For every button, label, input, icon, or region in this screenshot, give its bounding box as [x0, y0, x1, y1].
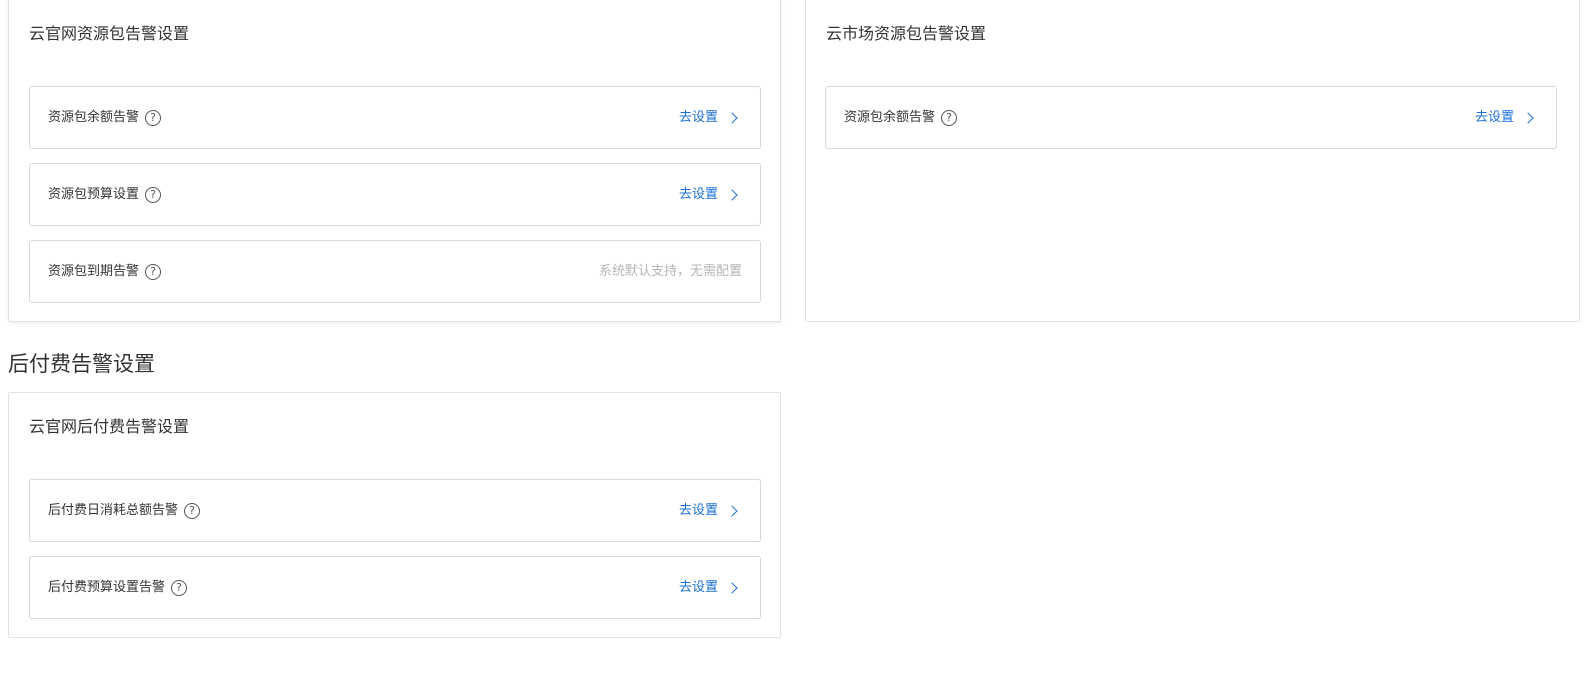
panel-title: 云官网资源包告警设置 — [29, 24, 190, 43]
help-icon[interactable]: ? — [171, 580, 188, 596]
row-package-expiry-alert: 资源包到期告警 ? 系统默认支持，无需配置 — [29, 240, 761, 303]
panel-title: 云市场资源包告警设置 — [826, 24, 987, 43]
go-settings-label: 去设置 — [678, 580, 718, 595]
postpaid-section-title: 后付费告警设置 — [8, 352, 155, 376]
go-settings-link[interactable]: 去设置 — [678, 108, 738, 128]
go-settings-label: 去设置 — [678, 110, 718, 125]
help-icon[interactable]: ? — [184, 503, 201, 519]
row-package-balance-alert: 资源包余额告警 ? 去设置 — [29, 86, 761, 149]
help-icon[interactable]: ? — [941, 110, 958, 126]
row-label: 后付费日消耗总额告警 — [48, 503, 179, 518]
help-icon[interactable]: ? — [145, 187, 162, 203]
row-postpaid-budget-alert: 后付费预算设置告警 ? 去设置 — [29, 556, 761, 619]
row-market-package-balance-alert: 资源包余额告警 ? 去设置 — [825, 86, 1557, 149]
market-package-alert-panel: 云市场资源包告警设置 资源包余额告警 ? 去设置 — [805, 0, 1580, 322]
help-icon[interactable]: ? — [145, 264, 162, 280]
go-settings-label: 去设置 — [1474, 110, 1514, 125]
chevron-right-icon — [726, 189, 738, 201]
go-settings-label: 去设置 — [678, 503, 718, 518]
row-label: 资源包预算设置 — [48, 187, 140, 202]
go-settings-link[interactable]: 去设置 — [1474, 108, 1534, 128]
row-label: 后付费预算设置告警 — [48, 580, 166, 595]
row-postpaid-daily-total-alert: 后付费日消耗总额告警 ? 去设置 — [29, 479, 761, 542]
go-settings-label: 去设置 — [678, 187, 718, 202]
help-icon[interactable]: ? — [145, 110, 162, 126]
go-settings-link[interactable]: 去设置 — [678, 185, 738, 205]
row-label: 资源包余额告警 — [48, 110, 140, 125]
chevron-right-icon — [726, 112, 738, 124]
official-postpaid-alert-panel: 云官网后付费告警设置 后付费日消耗总额告警 ? 去设置 后付费预算设置告警 ? … — [8, 392, 781, 638]
chevron-right-icon — [1522, 112, 1534, 124]
row-label: 资源包到期告警 — [48, 264, 140, 279]
chevron-right-icon — [726, 582, 738, 594]
panel-title: 云官网后付费告警设置 — [29, 417, 190, 436]
chevron-right-icon — [726, 505, 738, 517]
go-settings-link[interactable]: 去设置 — [678, 578, 738, 598]
row-package-budget-setting: 资源包预算设置 ? 去设置 — [29, 163, 761, 226]
official-package-alert-panel: 云官网资源包告警设置 资源包余额告警 ? 去设置 资源包预算设置 ? 去设置 资… — [8, 0, 781, 322]
default-support-note: 系统默认支持，无需配置 — [598, 264, 742, 279]
row-label: 资源包余额告警 — [844, 110, 936, 125]
go-settings-link[interactable]: 去设置 — [678, 501, 738, 521]
